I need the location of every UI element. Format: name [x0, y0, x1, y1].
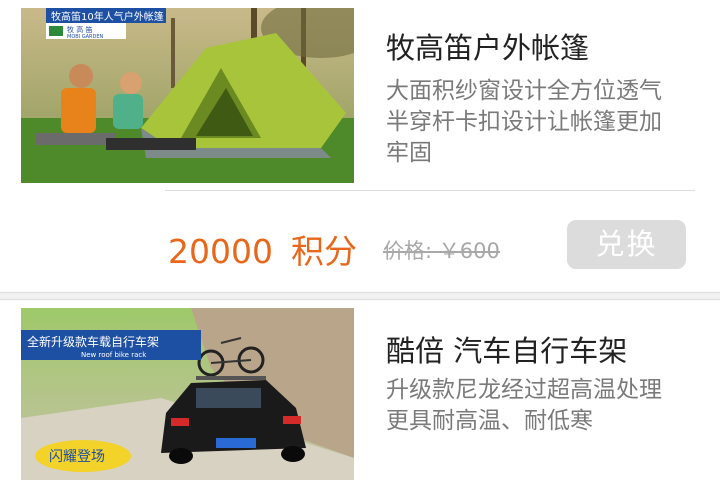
logo-text: 牧 高 笛: [67, 25, 92, 34]
banner-text: 牧高笛10年人气户外帐篷: [51, 10, 164, 23]
description-line: 升级款尼龙经过超高温处理: [386, 377, 662, 403]
product-image-tent[interactable]: 牧高笛10年人气户外帐篷 牧 高 笛 MOBI GARDEN: [21, 8, 354, 183]
description-line: 大面积纱窗设计全方位透气: [386, 78, 662, 104]
points-unit: 积分: [290, 232, 357, 271]
badge-text: 闪耀登场: [49, 449, 105, 465]
product-card[interactable]: 牧高笛10年人气户外帐篷 牧 高 笛 MOBI GARDEN 牧高笛户外帐篷 大…: [0, 0, 720, 292]
points-value: 20000: [168, 232, 273, 271]
description-line: 半穿杆卡扣设计让帐篷更加: [386, 109, 662, 135]
banner-text: 全新升级款车载自行车架: [27, 334, 159, 349]
product-description: 升级款尼龙经过超高温处理 更具耐高温、耐低寒: [386, 375, 696, 437]
product-image-bike-rack[interactable]: 全新升级款车载自行车架 New roof bike rack 闪耀登场: [21, 308, 354, 480]
banner-subtext: New roof bike rack: [81, 351, 147, 359]
card-separator: [0, 292, 720, 300]
description-line: 更具耐高温、耐低寒: [386, 408, 593, 434]
strikethrough: [383, 250, 500, 253]
redeem-button[interactable]: 兑换: [567, 220, 686, 269]
original-price: 价格: ￥600: [383, 235, 500, 265]
product-title[interactable]: 酷倍 汽车自行车架: [386, 328, 627, 370]
logo-subtext: MOBI GARDEN: [67, 34, 104, 40]
product-title[interactable]: 牧高笛户外帐篷: [386, 25, 589, 67]
points-price: 20000 积分: [168, 225, 357, 273]
product-description: 大面积纱窗设计全方位透气 半穿杆卡扣设计让帐篷更加 牢固: [386, 76, 696, 169]
divider: [165, 190, 695, 191]
description-line: 牢固: [386, 140, 432, 166]
